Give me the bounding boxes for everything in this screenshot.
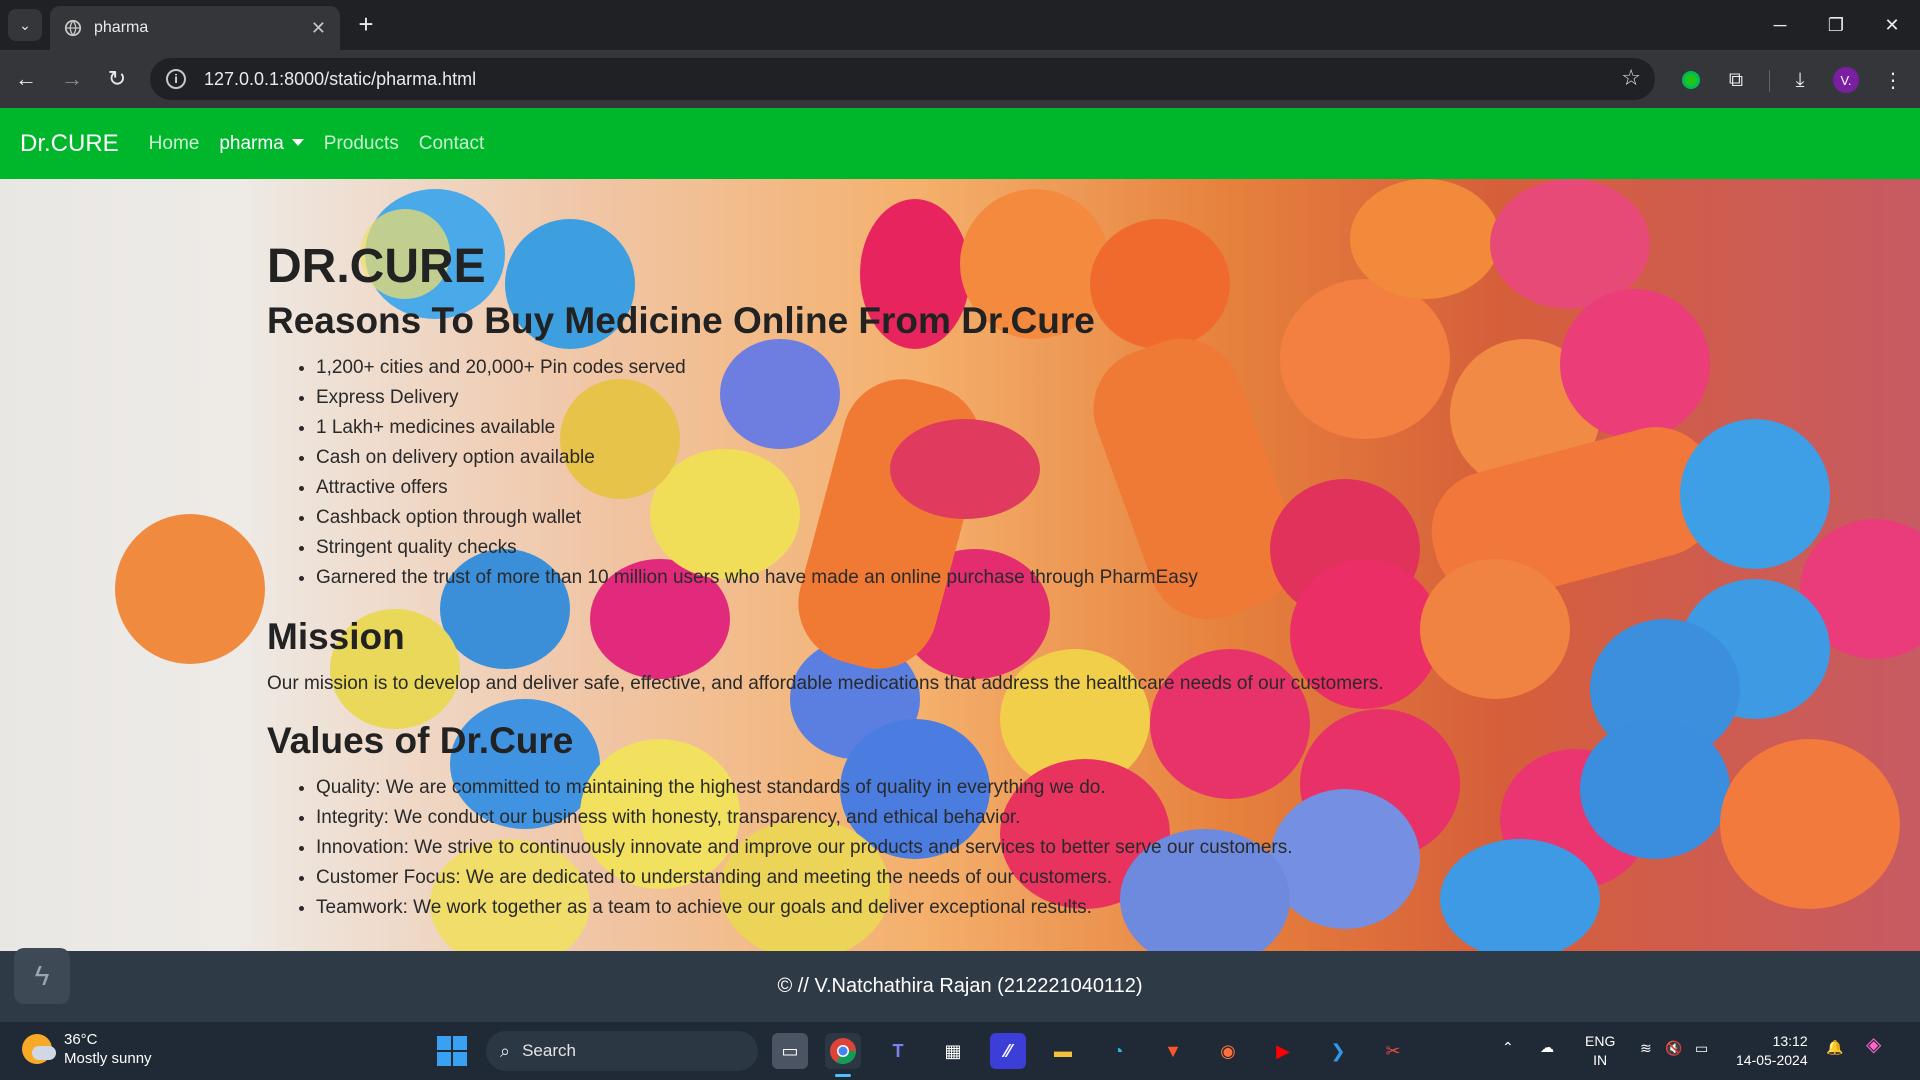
hero-section: DR.CURE Reasons To Buy Medicine Online F… [0,179,1920,951]
main-content: DR.CURE Reasons To Buy Medicine Online F… [267,237,1567,923]
dropdown-caret-icon [291,138,304,146]
firefox-icon[interactable]: ◉ [1210,1033,1246,1069]
values-list: Quality: We are committed to maintaining… [316,773,1567,923]
list-item: Express Delivery [316,383,1567,413]
nav-link-products[interactable]: Products [324,133,399,155]
tab-close-icon[interactable]: ✕ [311,18,326,39]
search-icon: ⌕ [500,1040,511,1061]
windows-taskbar: 36°C Mostly sunny ⌕ Search ▭ T ▦ ⁄⁄ ▬ ◔ … [0,1022,1920,1080]
taskbar-search-label: Search [522,1041,576,1060]
app-icon[interactable]: ⁄⁄ [990,1033,1026,1069]
battery-icon[interactable]: ▭ [1695,1039,1708,1058]
copilot-icon[interactable]: ◈ [1866,1035,1881,1055]
notification-bell-icon[interactable]: 🔔 [1826,1038,1843,1057]
list-item: Teamwork: We work together as a team to … [316,893,1567,923]
teams-icon[interactable]: T [880,1033,916,1069]
browser-tabstrip: ⌄ pharma ✕ + ─ ❐ ✕ [0,0,1920,50]
site-footer: © // V.Natchathira Rajan (212221040112) [0,951,1920,1022]
extensions-puzzle-icon[interactable]: ⧉ [1722,66,1750,94]
profile-avatar[interactable]: V. [1832,66,1860,94]
mission-heading: Mission [267,616,405,657]
list-item: Attractive offers [316,473,1567,503]
list-item: Cash on delivery option available [316,443,1567,473]
forward-arrow-icon[interactable]: → [56,63,88,95]
snipping-tool-icon[interactable]: ✂ [1375,1033,1411,1069]
list-item: Innovation: We strive to continuously in… [316,833,1567,863]
vscode-icon[interactable]: ❯ [1320,1033,1356,1069]
nav-link-contact[interactable]: Contact [419,133,484,155]
url-text: 127.0.0.1:8000/static/pharma.html [204,68,477,89]
brave-icon[interactable]: ▼ [1155,1033,1191,1069]
onedrive-icon[interactable]: ☁ [1540,1038,1554,1057]
bookmark-star-icon[interactable]: ☆ [1621,65,1641,91]
footer-text: © // V.Natchathira Rajan (212221040112) [777,975,1143,997]
tab-search-chevron-icon[interactable]: ⌄ [8,9,42,41]
list-item: Stringent quality checks [316,533,1567,563]
site-info-icon[interactable]: i [166,69,186,89]
values-heading: Values of Dr.Cure [267,720,574,761]
task-view-icon[interactable]: ▭ [772,1033,808,1069]
back-arrow-icon[interactable]: ← [10,63,42,95]
list-item: Quality: We are committed to maintaining… [316,773,1567,803]
speaker-muted-icon[interactable]: 🔇 [1665,1039,1682,1058]
restore-icon[interactable]: ❐ [1808,0,1864,50]
youtube-icon[interactable]: ▶ [1265,1033,1301,1069]
close-window-icon[interactable]: ✕ [1864,0,1920,50]
chrome-icon[interactable] [825,1033,861,1077]
weather-widget[interactable]: 36°C Mostly sunny [22,1030,152,1068]
list-item: Garnered the trust of more than 10 milli… [316,563,1567,593]
list-item: Integrity: We conduct our business with … [316,803,1567,833]
download-icon[interactable]: ⤓ [1786,66,1814,94]
list-item: 1,200+ cities and 20,000+ Pin codes serv… [316,353,1567,383]
nav-link-home[interactable]: Home [149,133,200,155]
language-indicator[interactable]: ENG IN [1585,1032,1615,1070]
edge-icon[interactable]: ◔ [1100,1033,1136,1069]
mission-text: Our mission is to develop and deliver sa… [267,673,1384,694]
site-navbar: Dr.CURE Home pharma Products Contact [0,108,1920,179]
new-tab-plus-icon[interactable]: + [352,10,380,38]
weather-desc: Mostly sunny [64,1050,152,1067]
address-bar[interactable]: i 127.0.0.1:8000/static/pharma.html ☆ [150,58,1655,100]
weather-temp: 36°C [64,1031,98,1048]
browser-toolbar: ← → ↻ i 127.0.0.1:8000/static/pharma.htm… [0,50,1920,108]
clock[interactable]: 13:12 14-05-2024 [1736,1032,1808,1070]
site-brand[interactable]: Dr.CURE [20,130,119,158]
floating-lightning-icon[interactable]: ϟ [14,948,70,1004]
web-page: Dr.CURE Home pharma Products Contact DR.… [0,108,1920,1022]
minimize-icon[interactable]: ─ [1752,0,1808,50]
tab-title: pharma [94,19,149,36]
partly-sunny-icon [22,1034,56,1064]
list-item: Cashback option through wallet [316,503,1567,533]
taskbar-search[interactable]: ⌕ Search [486,1031,758,1071]
list-item: 1 Lakh+ medicines available [316,413,1567,443]
reasons-heading: Reasons To Buy Medicine Online From Dr.C… [267,300,1095,341]
windows-start-icon[interactable] [437,1036,467,1066]
chevron-up-icon[interactable]: ⌃ [1502,1038,1514,1057]
store-icon[interactable]: ▦ [935,1033,971,1069]
page-heading: DR.CURE [267,240,486,293]
menu-kebab-icon[interactable]: ⋮ [1879,66,1907,94]
browser-tab[interactable]: pharma ✕ [50,6,340,50]
reload-icon[interactable]: ↻ [101,63,133,95]
extension-green-icon[interactable] [1677,66,1705,94]
file-explorer-icon[interactable]: ▬ [1045,1033,1081,1069]
reasons-list: 1,200+ cities and 20,000+ Pin codes serv… [316,353,1567,593]
globe-icon [64,19,82,37]
wifi-icon[interactable]: ≋ [1640,1039,1652,1058]
nav-link-pharma[interactable]: pharma [219,133,304,155]
list-item: Customer Focus: We are dedicated to unde… [316,863,1567,893]
